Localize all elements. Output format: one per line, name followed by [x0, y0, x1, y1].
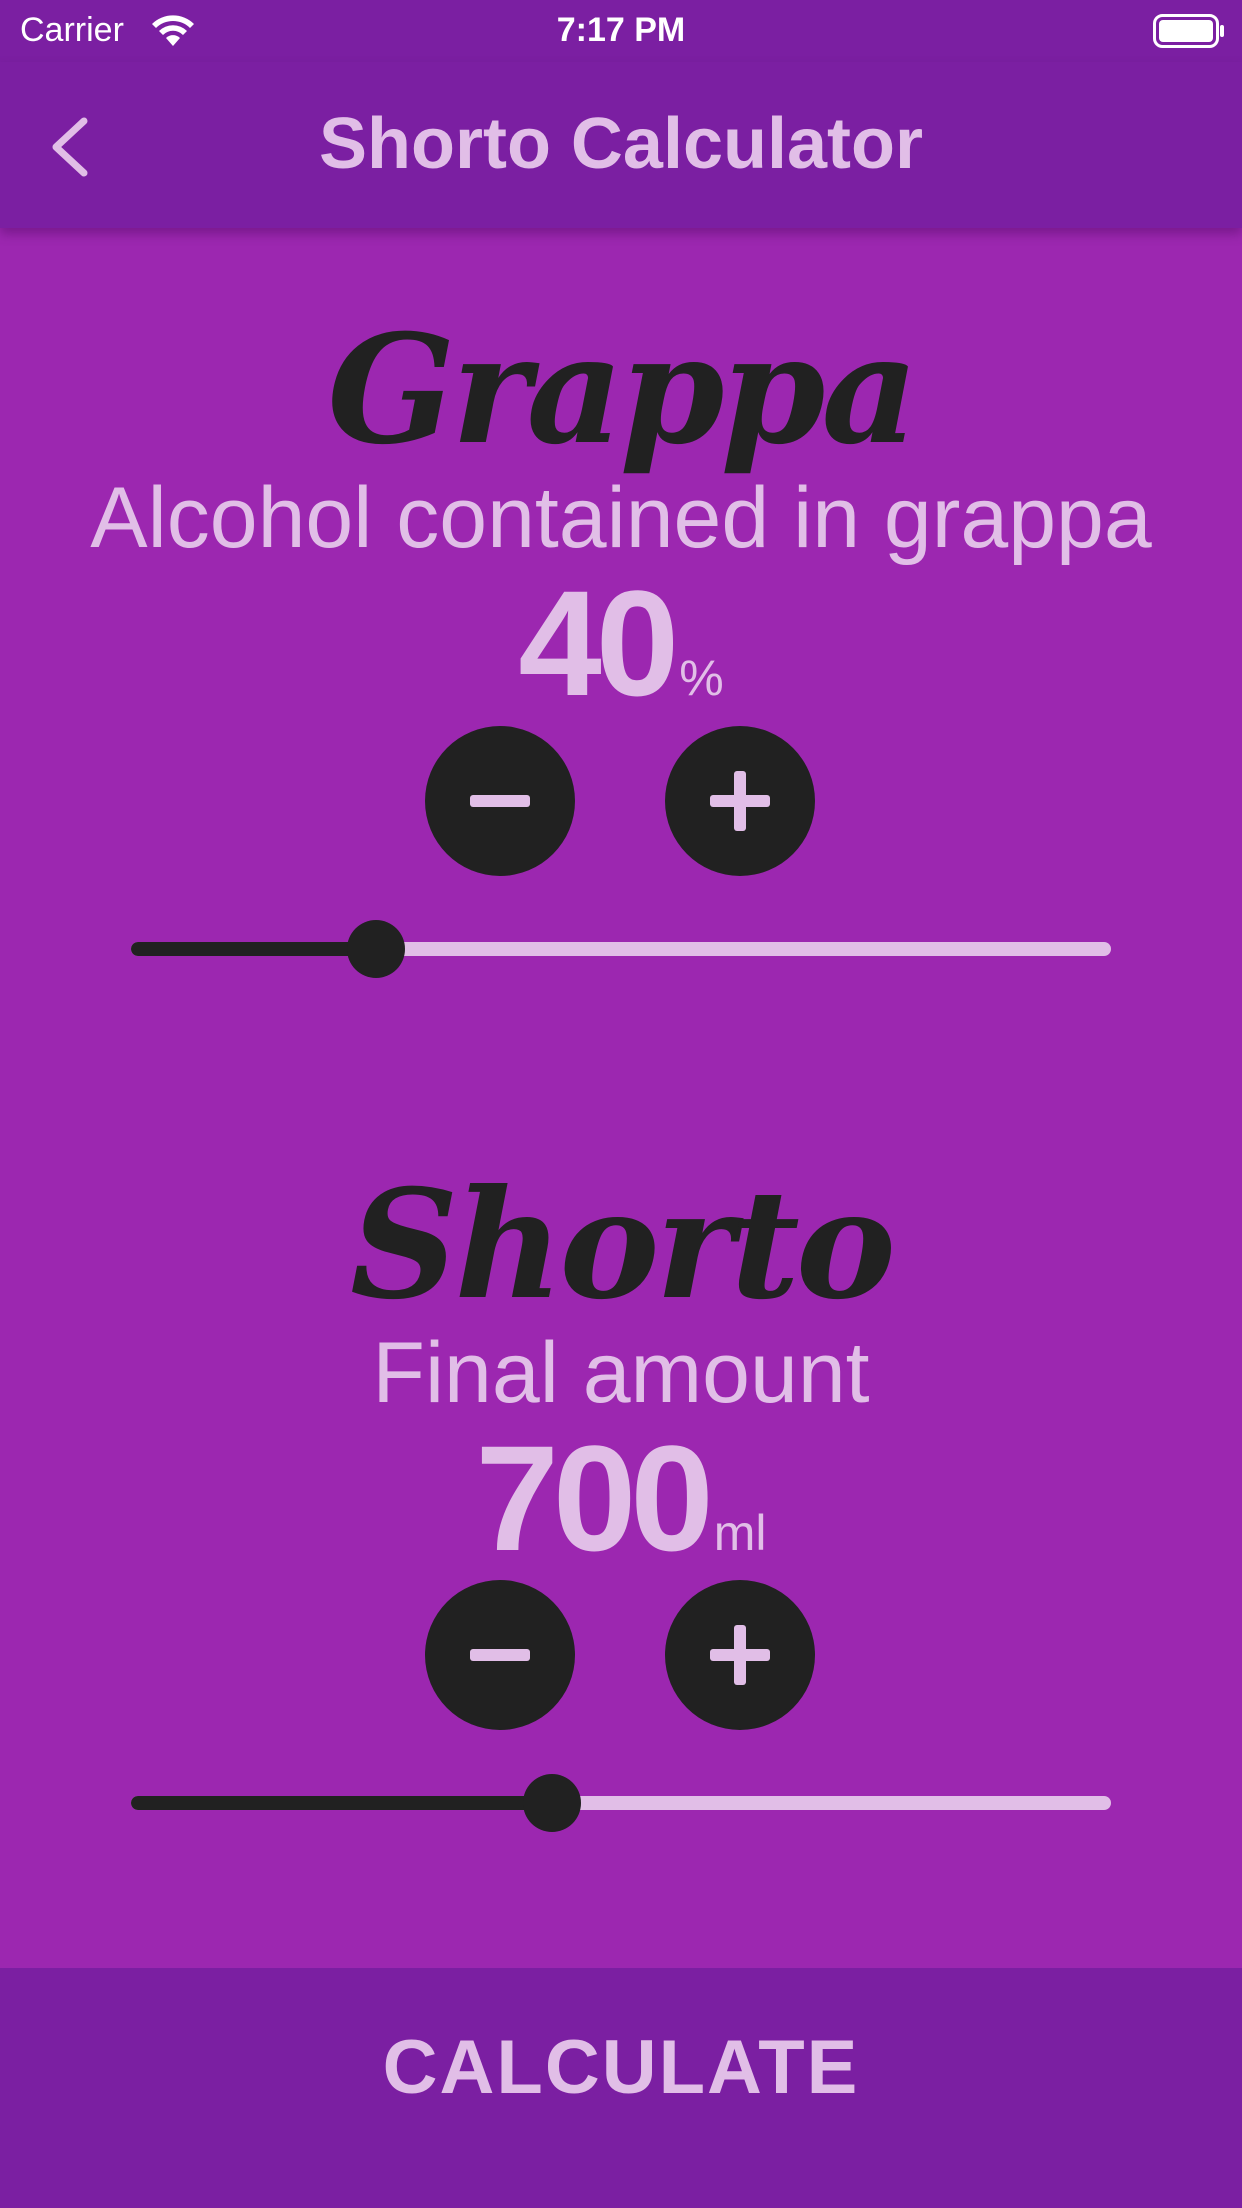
slider-thumb[interactable] — [347, 920, 405, 978]
grappa-heading: Grappa — [327, 302, 918, 478]
final-amount-label: Final amount — [372, 1325, 870, 1421]
final-amount-unit: ml — [713, 1505, 767, 1561]
shorto-heading: Shorto — [350, 1157, 896, 1333]
slider-thumb[interactable] — [523, 1774, 581, 1832]
page-title: Shorto Calculator — [318, 104, 924, 184]
shorto-decrement-button[interactable] — [425, 1580, 575, 1730]
app-bar: Shorto Calculator — [0, 62, 1242, 228]
grappa-decrement-button[interactable] — [425, 726, 575, 876]
slider-fill — [131, 942, 376, 956]
calculate-label: CALCULATE — [382, 2025, 860, 2110]
status-time: 7:17 PM — [556, 11, 686, 49]
minus-icon — [470, 1649, 530, 1661]
grappa-value-display: 40% — [0, 568, 1242, 718]
final-amount-slider[interactable] — [131, 1773, 1111, 1833]
grappa-alcohol-value: 40 — [518, 559, 679, 727]
grappa-alcohol-slider[interactable] — [131, 919, 1111, 979]
minus-icon — [470, 795, 530, 807]
slider-fill — [131, 1796, 552, 1810]
grappa-alcohol-label: Alcohol contained in grappa — [90, 470, 1152, 566]
final-amount-value: 700 — [475, 1414, 713, 1582]
shorto-increment-button[interactable] — [665, 1580, 815, 1730]
calculate-button[interactable]: CALCULATE — [0, 1968, 1242, 2208]
shorto-value-display: 700 ml — [0, 1423, 1242, 1573]
status-bar: Carrier 7:17 PM — [0, 0, 1242, 62]
grappa-alcohol-unit: % — [679, 650, 724, 706]
battery-icon — [1153, 14, 1224, 48]
grappa-increment-button[interactable] — [665, 726, 815, 876]
